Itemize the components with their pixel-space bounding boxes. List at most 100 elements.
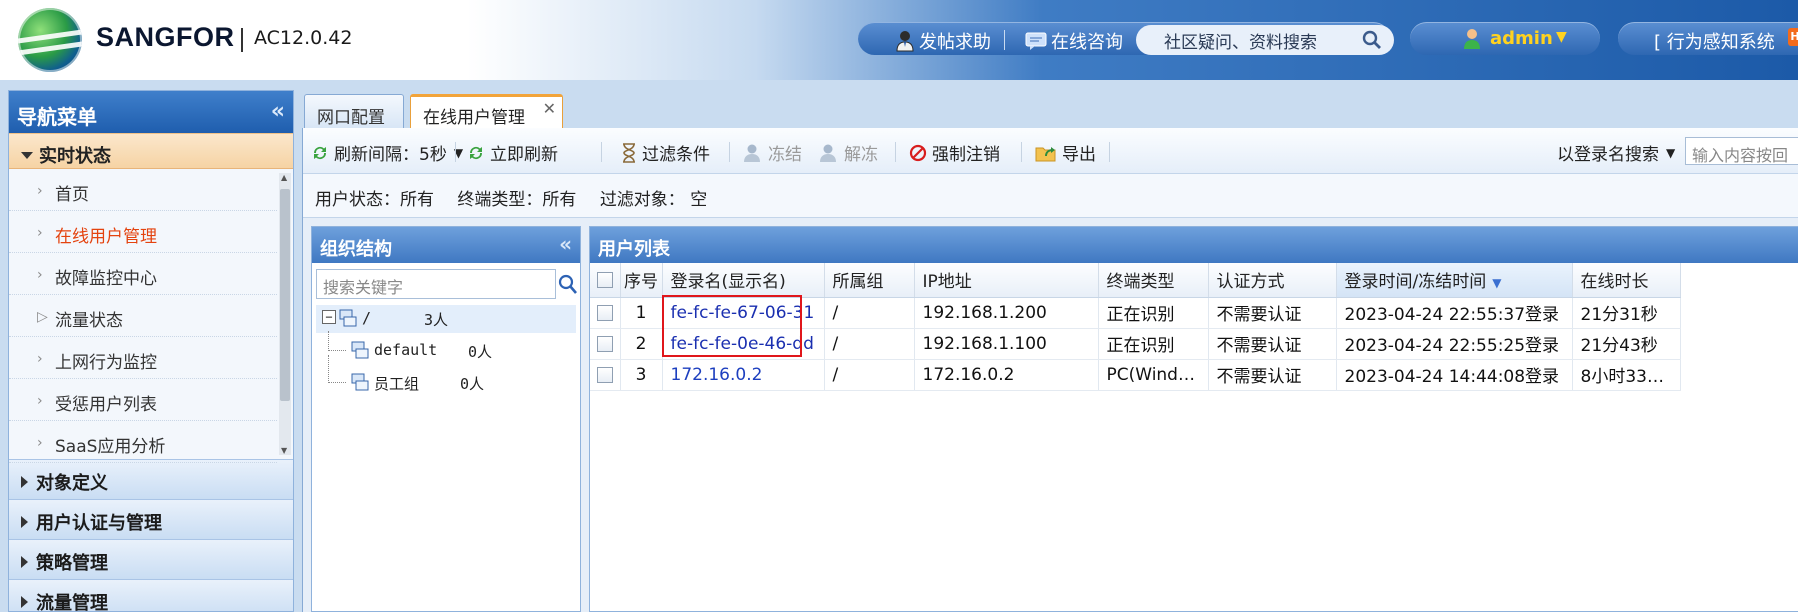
tree-node-name: default [374,341,438,359]
toolbar-divider [1021,142,1022,162]
row-duration: 8小时33分00秒 [1572,359,1681,391]
brand-divider [241,28,243,52]
export-label: 导出 [1062,145,1096,165]
nav-item-label: SaaS应用分析 [55,437,166,457]
search-icon[interactable] [556,269,578,299]
collapse-node-icon[interactable]: − [322,310,336,324]
nav-item-fault-monitor[interactable]: › 故障监控中心 [9,253,277,295]
collapsed-triangle-icon [21,556,28,568]
group-network-icon [351,373,369,391]
row-login-name[interactable]: fe-fc-fe-0e-46-dd [662,328,825,360]
chevron-right-icon: › [37,393,43,409]
table-row[interactable]: 3 172.16.0.2 / 172.16.0.2 PC(Wind… 不需要认证… [590,359,1681,391]
chat-label: 在线咨询 [1051,32,1123,53]
nav-group-policy[interactable]: 策略管理 [9,539,293,579]
search-field-dropdown[interactable]: 以登录名搜索 ▼ [1557,140,1675,165]
tree-node-name: / [362,309,372,327]
refresh-now-button[interactable]: 立即刷新 [467,140,558,165]
close-tab-icon[interactable]: ✕ [543,99,556,118]
row-checkbox[interactable] [590,328,621,360]
nav-scrollbar[interactable]: ▲ ▼ [279,173,291,455]
unfreeze-button[interactable]: 解冻 [819,140,878,165]
checkbox[interactable] [596,304,613,321]
col-header-login-name[interactable]: 登录名(显示名) [662,263,825,298]
freeze-user-icon [744,144,760,162]
nav-group-traffic[interactable]: 流量管理 [9,579,293,611]
col-header-terminal[interactable]: 终端类型 [1098,263,1209,298]
tab-online-users[interactable]: 在线用户管理 ✕ [410,94,563,128]
checkbox[interactable] [596,335,613,352]
nav-item-home[interactable]: › 首页 [9,169,277,211]
help-link[interactable]: 发帖求助 [895,28,991,54]
row-checkbox[interactable] [590,297,621,329]
nav-item-label: 上网行为监控 [55,353,157,373]
row-terminal: PC(Wind… [1098,359,1209,391]
row-terminal: 正在识别 [1098,328,1209,360]
row-login-name[interactable]: fe-fc-fe-67-06-31 [662,297,825,329]
row-login-name[interactable]: 172.16.0.2 [662,359,825,391]
col-header-no[interactable]: 序号 [620,263,663,298]
nav-item-label: 故障监控中心 [55,269,157,289]
tree-node-staff[interactable]: 员工组 0人 [316,355,576,397]
table-row[interactable]: 2 fe-fc-fe-0e-46-dd / 192.168.1.100 正在识别… [590,328,1681,360]
table-row[interactable]: 1 fe-fc-fe-67-06-31 / 192.168.1.200 正在识别… [590,297,1681,329]
chat-icon [1025,32,1047,50]
checkbox[interactable] [596,271,613,288]
org-search-input[interactable]: 搜索关键字 [316,269,556,299]
nav-section-realtime[interactable]: 实时状态 [9,133,293,169]
collapse-panel-icon[interactable]: « [559,232,572,256]
user-search-input[interactable]: 输入内容按回 [1685,137,1798,165]
row-no: 1 [620,297,663,329]
tree-node-root[interactable]: − / 3人 [316,305,576,333]
col-header-auth[interactable]: 认证方式 [1208,263,1337,298]
nav-item-label: 流量状态 [55,311,123,331]
terminal-type-filter: 终端类型：所有 [457,190,577,210]
row-duration: 21分43秒 [1572,328,1681,360]
navigation-menu: 导航菜单 « 实时状态 › 首页 › 在线用户管理 › 故障监控中心 ▷ 流量状态 › 上… [8,90,294,612]
nav-item-web-behavior[interactable]: › 上网行为监控 [9,337,277,379]
user-menu[interactable]: admin ▼ [1410,22,1600,55]
help-label: 发帖求助 [919,32,991,53]
tree-node-default[interactable]: default 0人 [316,331,576,365]
nav-group-object-definition[interactable]: 对象定义 [9,459,293,499]
chevron-right-icon: › [37,351,43,367]
version-label: AC12.0.42 [254,27,353,49]
scrollbar-thumb[interactable] [280,189,290,401]
refresh-interval-dropdown[interactable]: 刷新间隔：5秒 ▼ [311,140,463,165]
nav-group-user-auth[interactable]: 用户认证与管理 [9,499,293,539]
scroll-down-icon[interactable]: ▼ [281,446,287,455]
tree-node-count: 3人 [424,311,449,329]
community-search-input[interactable]: 社区疑问、资料搜索 [1136,25,1394,55]
system-switcher[interactable]: [ 行为感知系统 H [1618,22,1798,55]
force-logout-label: 强制注销 [932,145,1000,165]
group-network-icon [351,341,369,359]
row-no: 2 [620,328,663,360]
select-all-checkbox[interactable] [590,263,621,298]
tree-node-count: 0人 [460,375,485,393]
header-divider [1004,30,1005,50]
freeze-label: 冻结 [768,145,802,165]
scroll-up-icon[interactable]: ▲ [281,173,287,182]
col-header-group[interactable]: 所属组 [824,263,915,298]
freeze-button[interactable]: 冻结 [743,140,802,165]
tab-port-config[interactable]: 网口配置 [304,94,404,128]
col-header-ip[interactable]: IP地址 [914,263,1099,298]
sort-desc-icon: ▼ [1492,276,1502,291]
nav-item-online-users[interactable]: › 在线用户管理 [9,211,277,253]
nav-item-traffic-status[interactable]: ▷ 流量状态 [9,295,277,337]
online-consult-link[interactable]: 在线咨询 [1025,28,1123,54]
checkbox[interactable] [596,366,613,383]
export-button[interactable]: 导出 [1035,140,1096,165]
collapse-nav-icon[interactable]: « [271,99,285,124]
search-icon[interactable] [1362,30,1382,50]
col-header-duration[interactable]: 在线时长 [1572,263,1681,298]
nav-item-saas-analysis[interactable]: › SaaS应用分析 [9,421,277,463]
chevron-right-icon: › [37,267,43,283]
force-logout-button[interactable]: 强制注销 [909,140,1000,165]
col-header-login-time[interactable]: 登录时间/冻结时间 ▼ [1336,263,1573,298]
row-auth: 不需要认证 [1208,328,1337,360]
collapsed-triangle-icon [21,516,28,528]
row-checkbox[interactable] [590,359,621,391]
nav-item-penalized-users[interactable]: › 受惩用户列表 [9,379,277,421]
filter-button[interactable]: 过滤条件 [621,140,710,165]
